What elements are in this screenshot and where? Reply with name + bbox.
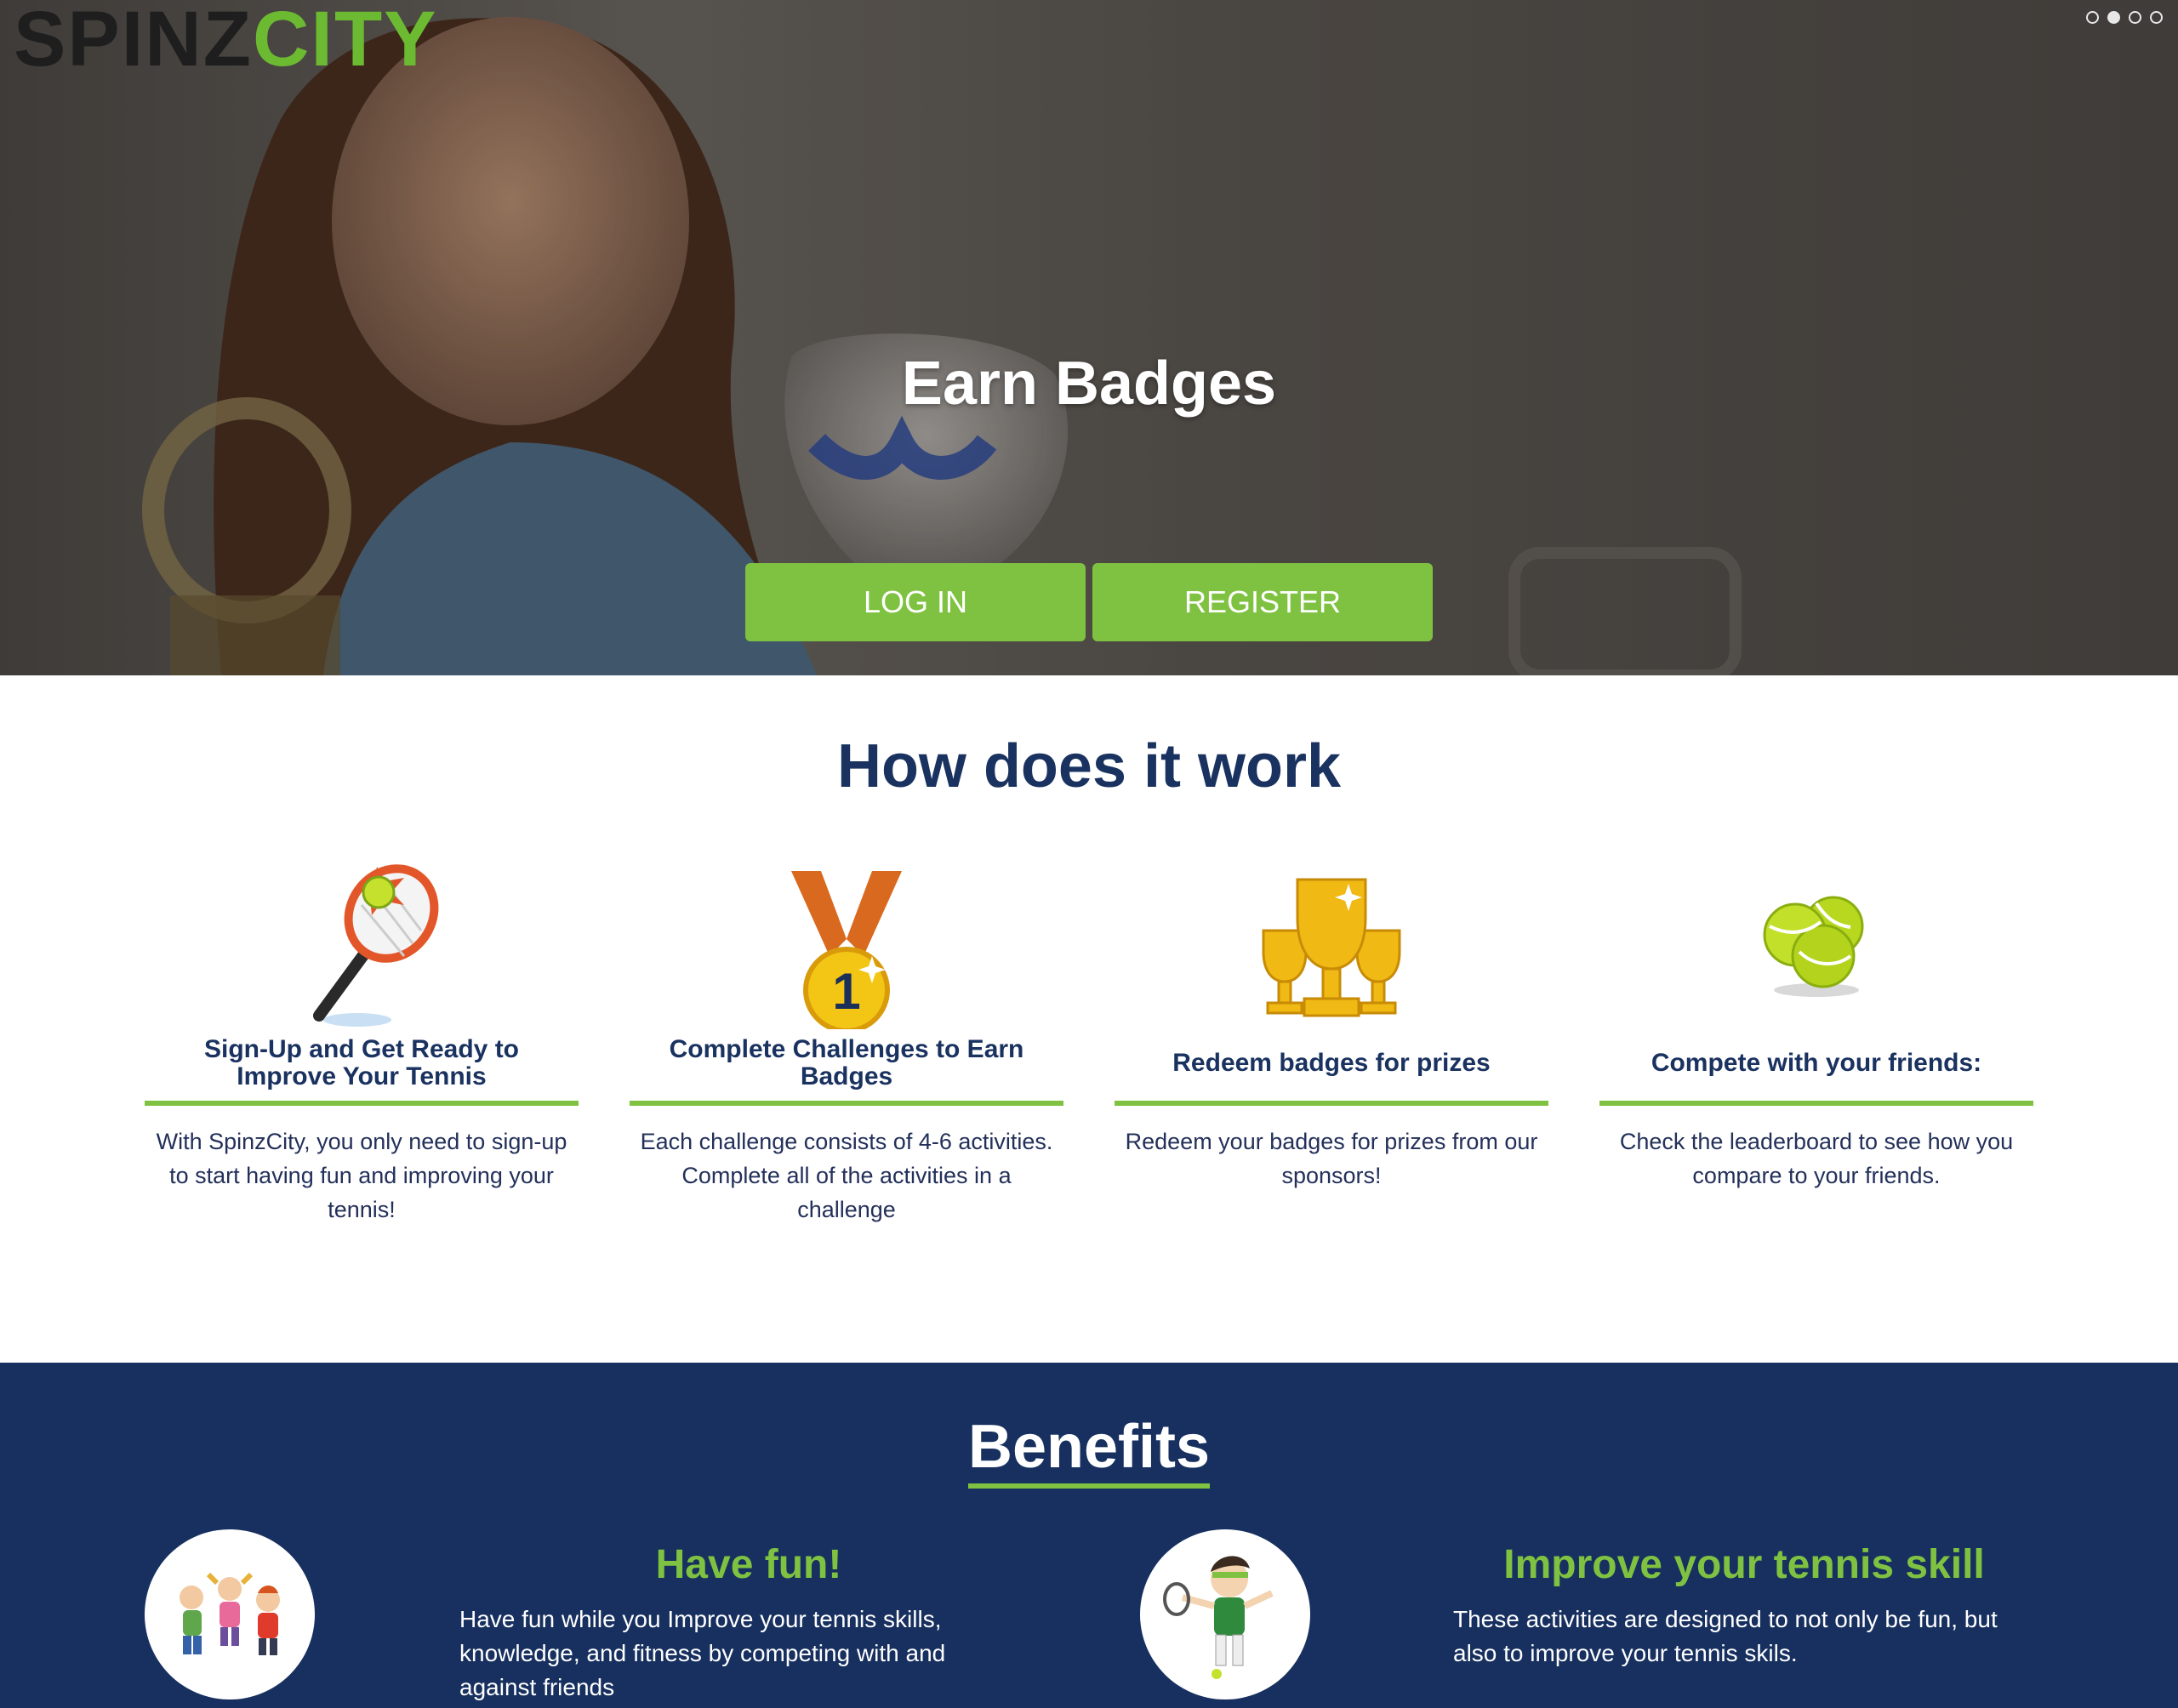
step-divider [145, 1101, 579, 1106]
register-button[interactable]: REGISTER [1092, 563, 1433, 641]
benefit-description: These activities are designed to not onl… [1453, 1606, 1998, 1666]
carousel-dot-2[interactable] [2107, 11, 2120, 24]
spinzcity-logo[interactable]: SPINZCITY [14, 0, 438, 78]
tennis-balls-icon [1599, 863, 2033, 1029]
kids-jumping-icon [145, 1529, 315, 1699]
carousel-dot-3[interactable] [2129, 11, 2141, 24]
logo-text-spinz: SPINZ [14, 0, 253, 83]
step-divider [1599, 1101, 2033, 1106]
step-title: Compete with your friends: [1651, 1049, 1982, 1077]
step-description: Redeem your badges for prizes from our s… [1125, 1129, 1538, 1188]
step-card-prizes: Redeem badges for prizes Redeem your bad… [1115, 863, 1548, 1193]
step-divider [630, 1101, 1063, 1106]
carousel-dot-4[interactable] [2150, 11, 2163, 24]
how-it-works-title: How does it work [836, 732, 1342, 800]
benefit-heading: Have fun! [655, 1542, 842, 1587]
benefit-description: Have fun while you Improve your tennis s… [459, 1606, 946, 1700]
benefits-title: Benefits [0, 1414, 2178, 1489]
how-it-works-section: How does it work Sign-Up and Get Ready t… [0, 675, 2178, 1363]
step-card-signup: Sign-Up and Get Ready to Improve Your Te… [145, 863, 579, 1227]
trophies-icon [1115, 863, 1548, 1029]
hero-carousel: SPINZCITY Earn Badges LOG IN REGISTER [0, 0, 2178, 675]
benefits-title-text: Benefits [967, 1414, 1211, 1489]
step-title: Redeem badges for prizes [1172, 1049, 1491, 1077]
login-button[interactable]: LOG IN [745, 563, 1086, 641]
step-title: Complete Challenges to Earn Badges [669, 1035, 1024, 1090]
carousel-indicators [2086, 11, 2163, 24]
step-description: Check the leaderboard to see how you com… [1619, 1129, 2014, 1188]
tennis-racket-icon [145, 863, 579, 1029]
benefit-heading: Improve your tennis skill [1503, 1542, 1985, 1587]
hero-title: Earn Badges [901, 350, 1277, 418]
carousel-dot-1[interactable] [2086, 11, 2099, 24]
hero-actions: LOG IN REGISTER [745, 563, 1433, 641]
step-divider [1115, 1101, 1548, 1106]
benefits-section: Benefits Have fun! Have fun while you Im… [0, 1363, 2178, 1708]
step-description: Each challenge consists of 4-6 activitie… [640, 1129, 1053, 1222]
logo-text-city: CITY [252, 0, 438, 83]
medal-icon: 1 [630, 863, 1063, 1029]
step-card-compete: Compete with your friends: Check the lea… [1599, 863, 2033, 1193]
step-description: With SpinzCity, you only need to sign-up… [156, 1129, 567, 1222]
step-title: Sign-Up and Get Ready to Improve Your Te… [203, 1035, 520, 1090]
svg-text:1: 1 [832, 963, 860, 1020]
step-card-challenges: 1 Complete Challenges to Earn Badges Eac… [630, 863, 1063, 1227]
tennis-player-icon [1140, 1529, 1310, 1699]
